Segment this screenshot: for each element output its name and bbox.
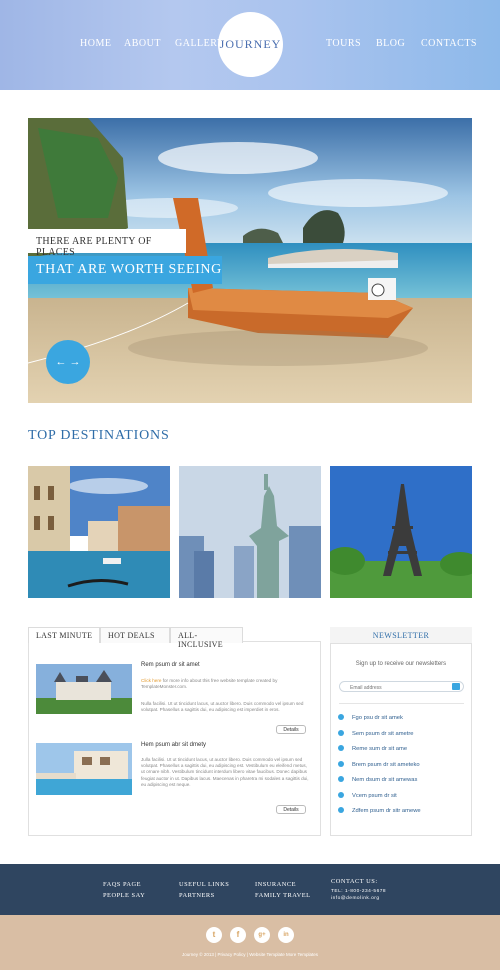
nav-home[interactable]: HOME — [80, 38, 111, 49]
nav-tours[interactable]: TOURS — [326, 38, 361, 49]
newsletter-title: NEWSLETTER — [330, 627, 472, 644]
footer-copyright: Journey © 2013 | Privacy Policy | Websit… — [182, 952, 318, 957]
newsletter-list-item[interactable]: Reme sum dr sit ame — [338, 745, 407, 752]
footer-link-partners[interactable]: PARTNERS — [179, 892, 215, 899]
newsletter-divider — [339, 703, 464, 704]
logo-text: JOURNEY — [219, 37, 282, 51]
footer-contact-email[interactable]: info@demolink.org — [331, 896, 380, 901]
destination-paris-image[interactable] — [330, 466, 472, 598]
footer-contact-title: CONTACT US: — [331, 878, 378, 885]
footer-link-useful-links[interactable]: USEFUL LINKS — [179, 881, 229, 888]
newsletter-email-input[interactable] — [339, 681, 464, 692]
tab-all-inclusive[interactable]: ALL-INCLUSIVE — [170, 627, 243, 649]
tab-last-minute[interactable]: LAST MINUTE — [28, 627, 100, 643]
bullet-icon — [338, 761, 344, 767]
destination-venice-image[interactable] — [28, 466, 170, 598]
newsletter-list-item[interactable]: Fgo psu dr sit amek — [338, 714, 403, 721]
footer-link-insurance[interactable]: INSURANCE — [255, 881, 296, 888]
bullet-icon — [338, 776, 344, 782]
tab-hot-deals[interactable]: HOT DEALS — [100, 627, 170, 643]
post-2-title[interactable]: Hem psum abr sit dmety — [141, 742, 206, 748]
facebook-icon[interactable]: f — [230, 927, 246, 943]
bullet-icon — [338, 807, 344, 813]
footer-link-faqs[interactable]: FAQS PAGE — [103, 881, 141, 888]
post-villa-image[interactable] — [36, 743, 132, 795]
destination-new-york-image[interactable] — [179, 466, 321, 598]
nav-blog[interactable]: BLOG — [376, 38, 405, 49]
hero-caption-large: THAT ARE WORTH SEEING — [28, 256, 222, 284]
post-castle-image[interactable] — [36, 664, 132, 714]
hero-caption-small: THERE ARE PLENTY OF PLACES — [28, 229, 186, 258]
post-1-intro: Click here for more info about this free… — [141, 678, 311, 690]
twitter-icon[interactable]: t — [206, 927, 222, 943]
newsletter-list-item[interactable]: Vcem psum dr sit — [338, 792, 397, 799]
bullet-icon — [338, 730, 344, 736]
newsletter-list-item[interactable]: Zdfem psum dr sitr amewe — [338, 807, 421, 814]
footer-social-bar — [0, 915, 500, 970]
slider-arrows-icon: ← → — [55, 356, 81, 368]
post-1-body: Nulla facilisi. Ut ut tincidunt lacus, u… — [141, 701, 304, 713]
post-1-title[interactable]: Rem psum dr sit amet — [141, 662, 200, 668]
google-plus-icon[interactable]: g+ — [254, 927, 270, 943]
bullet-icon — [338, 714, 344, 720]
destinations-title: TOP DESTINATIONS — [28, 428, 170, 443]
newsletter-list-item[interactable]: Brem psum dr sit ameteko — [338, 761, 420, 768]
newsletter-list-item[interactable]: Nem dsum dr sit amewas — [338, 776, 417, 783]
bullet-icon — [338, 792, 344, 798]
post-2-body: Julla facilisi. Ut ut tincidunt lacus, u… — [141, 757, 309, 787]
post-2-details-button[interactable]: Details — [276, 805, 306, 814]
post-1-intro-text: for more info about this free website te… — [141, 678, 278, 690]
slider-arrows-button[interactable]: ← → — [46, 340, 90, 384]
footer-link-people-say[interactable]: PEOPLE SAY — [103, 892, 145, 899]
nav-contacts[interactable]: CONTACTS — [421, 38, 477, 49]
footer-contact-phone: TEL: 1-800-234-5678 — [331, 889, 387, 894]
linkedin-icon[interactable]: in — [278, 927, 294, 943]
site-header: HOME ABOUT GALLERY TOURS BLOG CONTACTS J… — [0, 0, 500, 90]
footer-link-family-travel[interactable]: FAMILY TRAVEL — [255, 892, 311, 899]
nav-about[interactable]: ABOUT — [124, 38, 161, 49]
bullet-icon — [338, 745, 344, 751]
footer-links-bar — [0, 864, 500, 915]
newsletter-list-item[interactable]: Sem psum dr sit ametre — [338, 730, 414, 737]
post-1-details-button[interactable]: Details — [276, 725, 306, 734]
site-logo[interactable]: JOURNEY — [218, 12, 283, 77]
newsletter-submit-icon[interactable] — [452, 683, 460, 690]
newsletter-subtitle: Sign up to receive our newsletters — [355, 661, 447, 667]
post-1-click-link[interactable]: Click here — [141, 678, 161, 683]
